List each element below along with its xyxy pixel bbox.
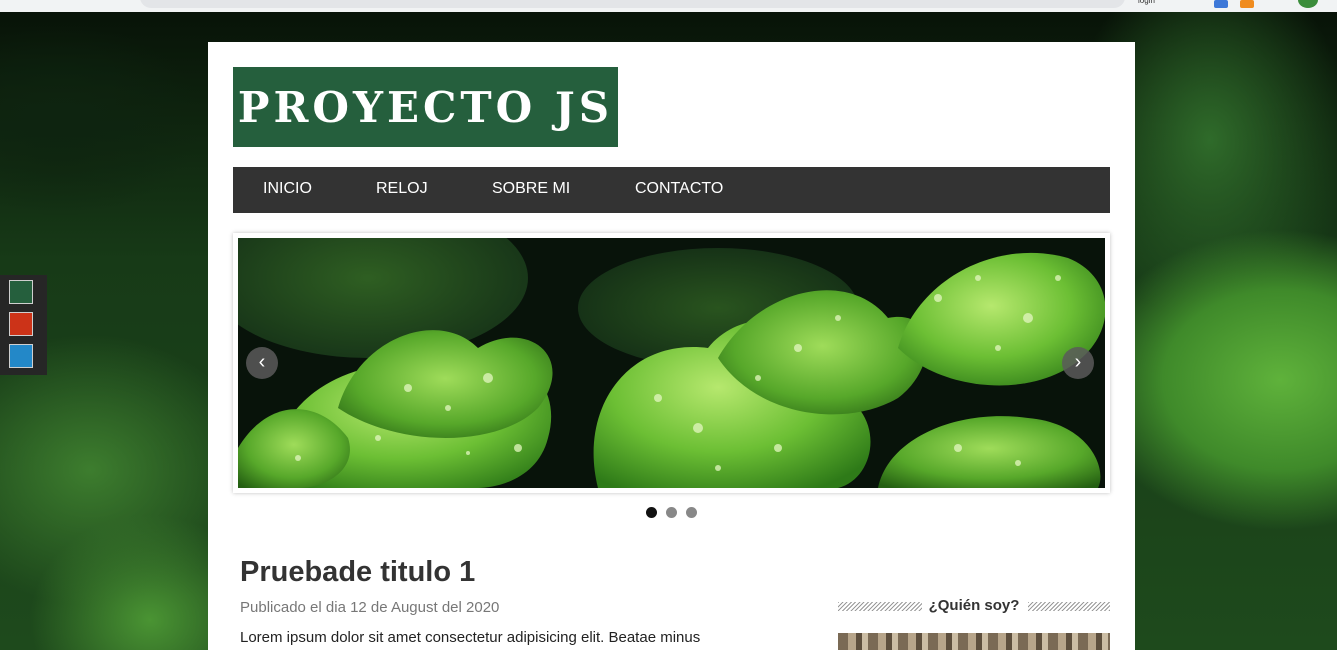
extension-icon[interactable] xyxy=(1214,0,1228,8)
about-image xyxy=(838,633,1110,650)
chevron-right-icon: › xyxy=(1074,351,1082,373)
profile-avatar[interactable] xyxy=(1298,0,1318,8)
post-meta: Publicado el dia 12 de August del 2020 xyxy=(240,599,500,616)
main-nav: INICIO RELOJ SOBRE MI CONTACTO xyxy=(233,167,1110,213)
slider-dot[interactable] xyxy=(666,507,677,518)
nav-item-inicio[interactable]: INICIO xyxy=(263,167,312,213)
slide-image xyxy=(238,238,1105,488)
login-label[interactable]: login xyxy=(1138,0,1155,5)
slider-dot[interactable] xyxy=(646,507,657,518)
post-title[interactable]: Pruebade titulo 1 xyxy=(240,556,475,589)
site-logo[interactable]: PROYECTO JS xyxy=(233,67,618,147)
page-container: PROYECTO JS INICIO RELOJ SOBRE MI CONTAC… xyxy=(208,42,1135,650)
extension-icon[interactable] xyxy=(1240,0,1254,8)
sidebar-about-title: ¿Quién soy? xyxy=(924,597,1024,614)
image-slider: ‹ › xyxy=(233,233,1110,493)
nav-item-sobre-mi[interactable]: SOBRE MI xyxy=(492,167,570,213)
nav-item-contacto[interactable]: CONTACTO xyxy=(635,167,723,213)
theme-switcher xyxy=(0,275,47,375)
sidebar-about-heading: ¿Quién soy? xyxy=(838,597,1110,619)
chevron-left-icon: ‹ xyxy=(258,351,266,373)
slider-dot[interactable] xyxy=(686,507,697,518)
logo-text: PROYECTO JS xyxy=(237,82,614,132)
theme-swatch-green[interactable] xyxy=(9,280,33,304)
slider-prev-button[interactable]: ‹ xyxy=(246,347,278,379)
nav-item-reloj[interactable]: RELOJ xyxy=(376,167,428,213)
post-excerpt: Lorem ipsum dolor sit amet consectetur a… xyxy=(240,629,701,646)
theme-swatch-red[interactable] xyxy=(9,312,33,336)
address-bar[interactable] xyxy=(140,0,1125,8)
theme-swatch-blue[interactable] xyxy=(9,344,33,368)
browser-toolbar: login xyxy=(0,0,1337,12)
slider-next-button[interactable]: › xyxy=(1062,347,1094,379)
